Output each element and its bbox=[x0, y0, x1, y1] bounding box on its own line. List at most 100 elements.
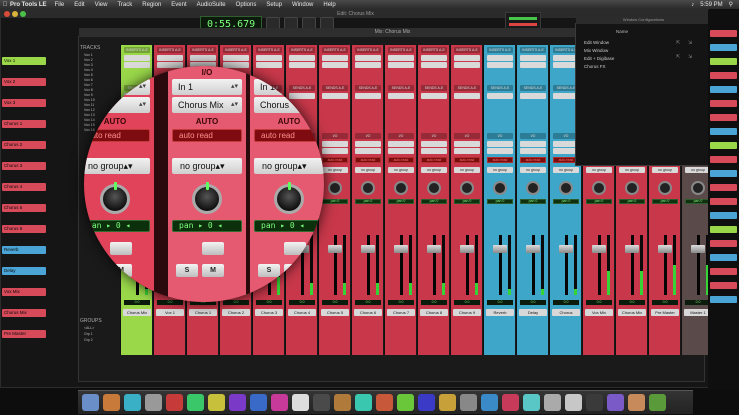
dock-app-icon[interactable] bbox=[124, 394, 141, 411]
group-selector[interactable]: no group bbox=[355, 167, 381, 173]
insert-slot[interactable] bbox=[124, 55, 150, 61]
volume-fader[interactable] bbox=[427, 245, 441, 253]
menu-options[interactable]: Options bbox=[236, 2, 257, 8]
input-selector[interactable]: In 1 ▴▾ bbox=[172, 79, 242, 95]
pan-knob[interactable] bbox=[592, 181, 606, 195]
pan-knob[interactable] bbox=[559, 181, 573, 195]
zoom-icon[interactable] bbox=[20, 11, 26, 17]
insert-slot[interactable] bbox=[223, 55, 249, 61]
output-selector[interactable] bbox=[355, 148, 381, 154]
group-selector[interactable]: no group bbox=[388, 167, 414, 173]
dock-app-icon[interactable] bbox=[271, 394, 288, 411]
pan-knob[interactable] bbox=[192, 182, 222, 214]
menu-region[interactable]: Region bbox=[142, 2, 161, 8]
pan-knob[interactable] bbox=[493, 181, 507, 195]
menu-file[interactable]: File bbox=[55, 2, 65, 8]
mute-button[interactable]: M bbox=[110, 264, 132, 277]
track-clip[interactable] bbox=[710, 240, 737, 247]
output-selector[interactable]: Chorus Mix ▴▾ bbox=[172, 97, 242, 113]
dock-app-icon[interactable] bbox=[397, 394, 414, 411]
dock-app-icon[interactable] bbox=[376, 394, 393, 411]
track-list-item[interactable]: Vox 1 bbox=[84, 53, 114, 57]
automation-mode[interactable]: auto read bbox=[487, 157, 513, 163]
track-name[interactable]: Pre Master bbox=[651, 309, 679, 316]
send-slot[interactable] bbox=[322, 93, 348, 99]
track-clip[interactable] bbox=[710, 128, 737, 135]
group-selector[interactable]: no group bbox=[586, 167, 612, 173]
group-selector[interactable]: no group bbox=[520, 167, 546, 173]
track-clip[interactable] bbox=[710, 268, 737, 275]
output-selector[interactable] bbox=[520, 148, 546, 154]
apple-menu-icon[interactable]:  bbox=[0, 2, 10, 8]
expand-icon[interactable]: ⇲ bbox=[688, 54, 692, 60]
group-selector[interactable]: no group bbox=[454, 167, 480, 173]
menu-audiosuite[interactable]: AudioSuite bbox=[197, 2, 226, 8]
track-name[interactable]: Delay bbox=[519, 309, 547, 316]
track-clip[interactable] bbox=[710, 296, 737, 303]
track-clip[interactable]: Pre Master bbox=[2, 330, 46, 338]
input-selector[interactable] bbox=[520, 141, 546, 147]
input-selector[interactable] bbox=[454, 141, 480, 147]
track-name[interactable]: Chorus Mix bbox=[123, 309, 151, 316]
dock-app-icon[interactable] bbox=[544, 394, 561, 411]
dock-app-icon[interactable] bbox=[292, 394, 309, 411]
track-clip[interactable] bbox=[710, 170, 737, 177]
volume-fader[interactable] bbox=[559, 245, 573, 253]
input-selector[interactable] bbox=[355, 141, 381, 147]
dock-app-icon[interactable] bbox=[565, 394, 582, 411]
pan-knob[interactable] bbox=[691, 181, 705, 195]
group-selector[interactable]: no group bbox=[487, 167, 513, 173]
pan-knob[interactable] bbox=[658, 181, 672, 195]
track-name[interactable]: Vox Mix bbox=[585, 309, 613, 316]
track-clip[interactable] bbox=[710, 282, 737, 289]
close-icon[interactable] bbox=[4, 11, 10, 17]
automation-mode[interactable]: auto read bbox=[254, 129, 324, 142]
track-clip[interactable] bbox=[710, 30, 737, 37]
dock-app-icon[interactable] bbox=[103, 394, 120, 411]
menu-view[interactable]: View bbox=[95, 2, 108, 8]
config-item-edit-window[interactable]: Edit Window bbox=[584, 40, 609, 45]
group-selector[interactable]: no group▴▾ bbox=[172, 158, 242, 174]
automation-mode[interactable]: auto read bbox=[454, 157, 480, 163]
automation-mode[interactable]: auto read bbox=[172, 129, 242, 142]
app-menu[interactable]: Pro Tools LE bbox=[10, 2, 47, 8]
track-clip[interactable]: Chorus 4 bbox=[2, 183, 46, 191]
track-name[interactable]: Chorus 5 bbox=[321, 309, 349, 316]
track-clip[interactable]: Reverb bbox=[2, 246, 46, 254]
menu-setup[interactable]: Setup bbox=[266, 2, 282, 8]
config-item-mix-window[interactable]: Mix Window bbox=[584, 48, 608, 53]
insert-slot[interactable] bbox=[322, 55, 348, 61]
track-name[interactable]: Chorus 2 bbox=[222, 309, 250, 316]
menu-event[interactable]: Event bbox=[171, 2, 186, 8]
automation-mode[interactable]: auto read bbox=[520, 157, 546, 163]
automation-mode[interactable]: auto read bbox=[84, 129, 150, 142]
input-selector[interactable]: In 1 ▴▾ bbox=[84, 79, 150, 95]
dock-app-icon[interactable] bbox=[82, 394, 99, 411]
output-selector[interactable] bbox=[421, 148, 447, 154]
dock-app-icon[interactable] bbox=[439, 394, 456, 411]
insert-slot[interactable] bbox=[388, 55, 414, 61]
dock-app-icon[interactable] bbox=[229, 394, 246, 411]
insert-slot[interactable] bbox=[487, 55, 513, 61]
track-name[interactable]: Chorus 3 bbox=[255, 309, 283, 316]
menu-track[interactable]: Track bbox=[117, 2, 132, 8]
track-name[interactable]: Vox 1 bbox=[156, 309, 184, 316]
track-name[interactable]: Reverb bbox=[486, 309, 514, 316]
insert-slot[interactable] bbox=[322, 62, 348, 68]
input-selector[interactable] bbox=[421, 141, 447, 147]
send-slot[interactable] bbox=[355, 93, 381, 99]
menu-clock[interactable]: 5:59 PM bbox=[700, 2, 722, 8]
input-selector[interactable] bbox=[487, 141, 513, 147]
input-selector[interactable] bbox=[322, 141, 348, 147]
group-selector[interactable]: no group bbox=[421, 167, 447, 173]
track-clip[interactable] bbox=[710, 198, 737, 205]
volume-fader[interactable] bbox=[493, 245, 507, 253]
dock-app-icon[interactable] bbox=[334, 394, 351, 411]
config-item-edit-digibase[interactable]: Edit + Digibase bbox=[584, 56, 614, 61]
dock-app-icon[interactable] bbox=[649, 394, 666, 411]
menu-help[interactable]: Help bbox=[323, 2, 335, 8]
menu-edit[interactable]: Edit bbox=[74, 2, 84, 8]
track-clip[interactable] bbox=[710, 58, 737, 65]
spotlight-icon[interactable]: ⚲ bbox=[729, 1, 733, 8]
solo-button[interactable] bbox=[284, 242, 306, 255]
